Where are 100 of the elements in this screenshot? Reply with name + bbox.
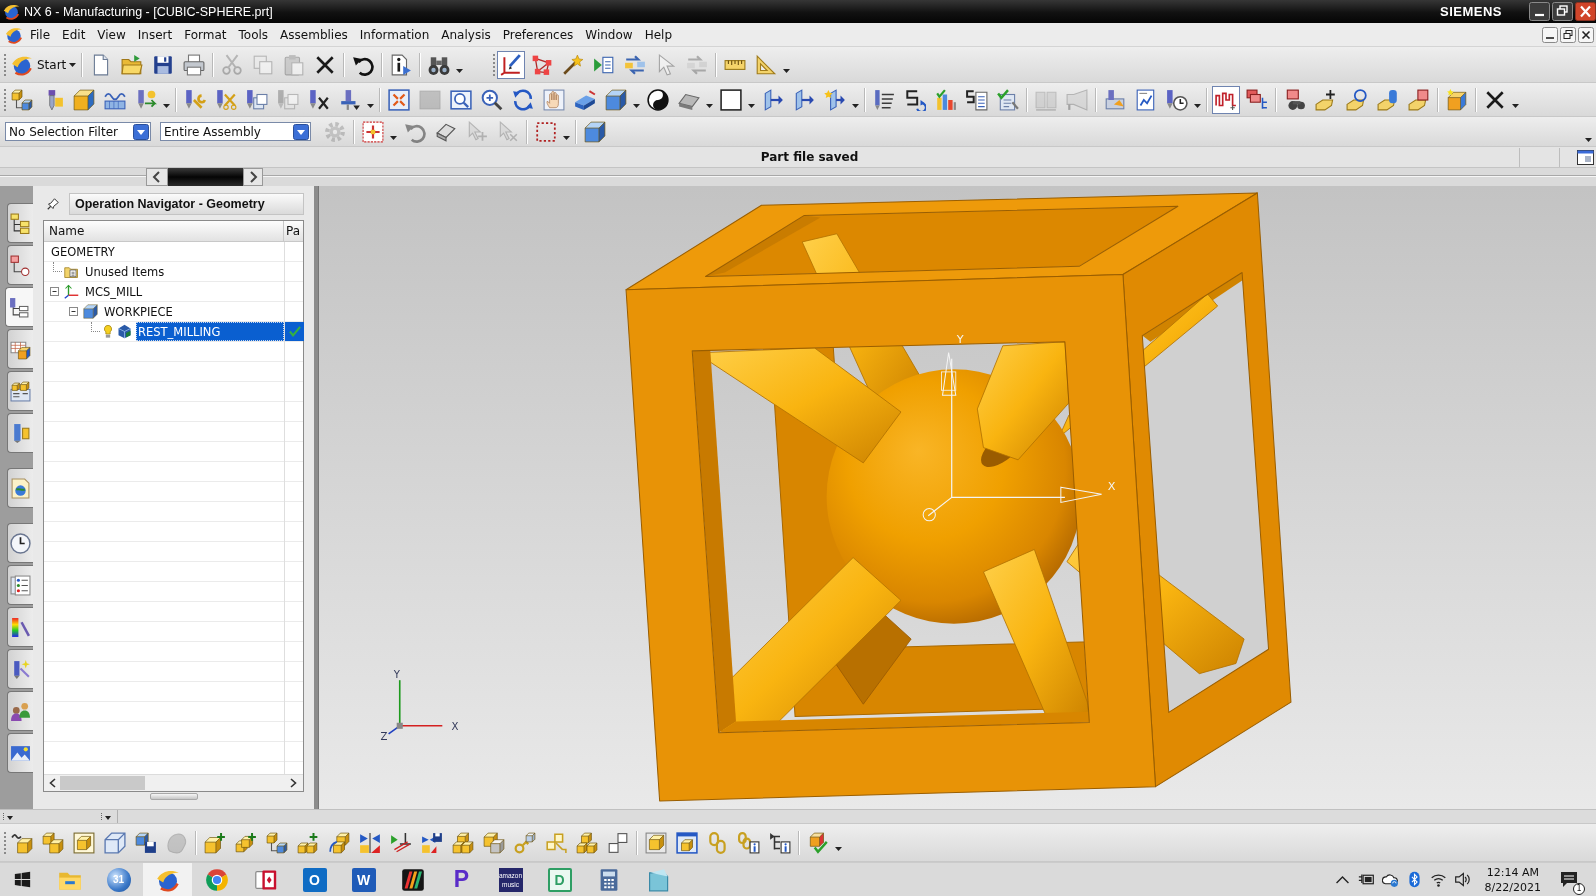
cube-arrow-icon[interactable] [327,831,350,854]
resource-tab[interactable] [7,691,33,731]
info-page-icon[interactable] [389,53,412,76]
wrench-tool-icon[interactable] [183,88,206,111]
tool-x-icon[interactable] [307,88,330,111]
tag-cylinder-icon[interactable] [1376,88,1399,111]
resource-tab[interactable] [7,565,33,605]
caret-icon[interactable] [852,103,859,108]
menu-item[interactable]: Tools [232,25,275,44]
caret-icon[interactable] [1585,137,1592,142]
chain-info-icon[interactable] [737,831,760,854]
resource-tab[interactable] [7,733,33,773]
start-icon[interactable] [14,871,31,888]
menu-item[interactable]: Window [579,25,639,44]
caret-icon[interactable] [163,103,170,108]
tool-clock-icon[interactable] [1165,88,1188,111]
toolbar-grip-icon[interactable] [100,812,112,821]
tool-lines-icon[interactable] [872,88,895,111]
window-cube-icon[interactable] [675,831,698,854]
plus-frame-icon[interactable] [361,120,384,143]
zoom-window-icon[interactable] [449,88,472,111]
cubes-plus-icon[interactable] [296,831,319,854]
splitter-handle[interactable] [150,793,198,800]
resource-tab[interactable] [7,607,33,647]
selection-rectangle-icon[interactable] [534,120,557,143]
close-icon[interactable] [1575,2,1596,21]
notification-icon[interactable] [1559,869,1579,890]
s-path-icon[interactable] [903,88,926,111]
scroll-right-icon[interactable] [290,778,297,788]
minimize-icon[interactable] [1529,2,1550,21]
cube-icon[interactable] [72,88,95,111]
menu-item[interactable]: Analysis [435,25,497,44]
cube-layers-icon[interactable] [644,831,667,854]
tool-down-icon[interactable] [338,88,361,111]
chevron-left-icon[interactable] [146,168,168,186]
taskbar-button[interactable]: W [339,862,388,896]
tag-plus-icon[interactable] [1314,88,1337,111]
stacked-frames-icon[interactable] [1245,88,1268,111]
perpendicular-icon[interactable] [389,831,412,854]
pin-icon[interactable] [47,198,59,210]
folder-icon[interactable] [120,53,143,76]
resource-tab[interactable] [7,468,33,508]
tree-info-icon[interactable] [768,831,791,854]
window-panel-icon[interactable] [1577,149,1594,165]
cube-squiggle-icon[interactable] [10,831,33,854]
menu-item[interactable]: Preferences [496,25,580,44]
step-boxes-icon[interactable] [606,831,629,854]
node-network-icon[interactable] [530,53,553,76]
stacked-sheets-icon[interactable] [245,88,268,111]
prism-icon[interactable] [573,88,596,111]
resource-tab[interactable] [7,523,33,563]
menu-item[interactable]: Edit [56,25,92,44]
mirror-disk-icon[interactable] [420,831,443,854]
tree-item[interactable]: GEOMETRY [49,242,117,261]
check-page-icon[interactable] [996,88,1019,111]
cube-split-icon[interactable] [482,831,505,854]
minimize-icon[interactable] [1542,26,1558,43]
cloud-sync-icon[interactable] [1382,871,1400,888]
scroll-thumb[interactable] [168,168,243,186]
panel-star-icon[interactable] [823,88,846,111]
printer-icon[interactable] [182,53,205,76]
caret-icon[interactable] [563,135,570,140]
resource-tab[interactable] [7,649,33,689]
restore-icon[interactable] [1552,2,1573,21]
contrast-disc-icon[interactable] [646,88,669,111]
scroll-thumb[interactable] [60,776,145,790]
collapse-icon[interactable] [69,307,78,316]
menu-item[interactable]: Format [178,25,233,44]
menu-item[interactable]: View [91,25,132,44]
cube-star-icon[interactable] [1445,88,1468,111]
cube-icon[interactable] [583,120,606,143]
caret-icon[interactable] [835,846,842,851]
dropdown[interactable]: Entire Assembly [160,122,311,141]
taskbar-button[interactable]: O [290,862,339,896]
dropdown[interactable]: No Selection Filter [5,122,151,141]
caret-icon[interactable] [783,68,791,73]
tree-item[interactable]: MCS_MILL [83,282,145,301]
tag-ring-icon[interactable] [1345,88,1368,111]
s-path-page-icon[interactable] [965,88,988,111]
resource-tab[interactable] [7,413,33,453]
restore-icon[interactable] [1560,26,1576,43]
square-outline-icon[interactable] [719,88,742,111]
chevron-right-icon[interactable] [243,168,263,186]
cube-plus-icon[interactable] [203,831,226,854]
resource-tab[interactable] [7,329,33,369]
caret-icon[interactable] [390,135,397,140]
rotate-icon[interactable] [511,88,534,111]
caret-icon[interactable] [1512,103,1519,108]
menu-item[interactable]: Insert [131,25,179,44]
tree-item[interactable]: Unused Items [83,262,167,281]
resource-tab[interactable] [7,245,33,285]
start-button[interactable]: Start [9,50,79,79]
caret-icon[interactable] [633,103,640,108]
caret-icon[interactable] [367,103,374,108]
toggle-button[interactable] [496,50,525,79]
close-icon[interactable] [1578,26,1594,43]
mirror-icon[interactable] [358,831,381,854]
zoom-in-icon[interactable] [480,88,503,111]
cube-icon[interactable] [604,88,627,111]
toggle-button[interactable] [1211,85,1240,114]
